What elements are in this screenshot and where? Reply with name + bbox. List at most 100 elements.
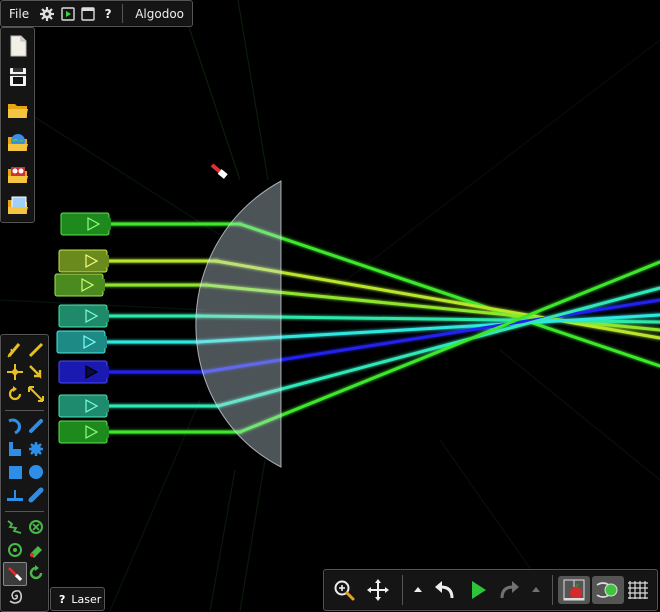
thruster-icon	[29, 565, 43, 580]
gear-shape-icon	[29, 442, 43, 456]
laser-emitters[interactable]	[54, 212, 111, 444]
tracer-tool[interactable]	[26, 540, 46, 560]
save-icon	[10, 68, 26, 86]
gear-tool[interactable]	[26, 439, 46, 459]
laser-emitter	[56, 330, 107, 354]
brush-tool[interactable]	[26, 416, 46, 436]
simulation-canvas[interactable]	[0, 0, 660, 611]
cut-tool[interactable]	[26, 340, 46, 360]
plane-icon	[7, 490, 23, 501]
laser-tool-cursor	[210, 163, 228, 179]
fixate-tool[interactable]	[26, 517, 46, 537]
axle-icon	[8, 543, 22, 557]
laser-pen-icon	[8, 567, 23, 582]
box-tool[interactable]	[5, 462, 25, 482]
rope-tool[interactable]	[5, 416, 25, 436]
window-icon	[81, 6, 95, 21]
gear-icon	[40, 6, 55, 21]
screenshot-folder-button[interactable]	[5, 192, 31, 218]
redo-button[interactable]	[496, 576, 524, 604]
menubar-divider	[122, 4, 124, 23]
spiral-tool[interactable]	[5, 586, 25, 606]
chain-icon	[28, 487, 44, 503]
chain-tool[interactable]	[26, 485, 46, 505]
thruster-tool[interactable]	[26, 563, 46, 583]
scale-tool[interactable]	[26, 384, 46, 404]
gravity-toggle[interactable]	[558, 576, 590, 604]
undo-button[interactable]	[430, 576, 458, 604]
knife-icon	[28, 342, 44, 358]
grid-icon	[628, 581, 648, 599]
circle-icon	[29, 465, 43, 479]
caret-up-icon	[532, 587, 540, 592]
circle-tool[interactable]	[26, 462, 46, 482]
pan-icon	[367, 579, 389, 601]
laser-tool[interactable]	[3, 562, 27, 586]
brush-icon	[29, 419, 43, 433]
rope-icon	[8, 418, 21, 435]
new-scene-button[interactable]	[5, 33, 31, 59]
caret-up-icon	[414, 587, 422, 592]
laser-emitter	[58, 249, 109, 273]
drag-arrow-icon	[29, 365, 42, 379]
phunlets-icon	[8, 167, 28, 183]
axle-tool[interactable]	[5, 540, 25, 560]
drag-tool[interactable]	[26, 362, 46, 382]
move-arrows-icon	[7, 364, 23, 380]
play-scene-icon	[60, 6, 75, 21]
rotate-tool[interactable]	[5, 384, 25, 404]
polygon-icon	[9, 442, 21, 456]
control-divider	[552, 575, 553, 605]
undo-history-button[interactable]	[410, 576, 426, 604]
tracer-icon	[30, 546, 42, 558]
laser-emitter	[58, 304, 109, 328]
square-icon	[9, 466, 22, 479]
top-menubar: File ? Algodoo	[0, 0, 193, 27]
tool-palette	[0, 334, 49, 612]
algobox-button[interactable]	[5, 129, 31, 155]
file-toolbar	[0, 27, 35, 223]
tool-divider	[5, 410, 44, 411]
current-tool-label: ? Laser	[50, 587, 105, 611]
sketch-tool[interactable]	[5, 340, 25, 360]
control-divider	[402, 575, 403, 605]
open-folder-icon	[8, 104, 28, 118]
sketch-icon	[7, 343, 21, 358]
settings-button[interactable]	[37, 1, 57, 26]
window-button[interactable]	[78, 1, 98, 26]
pan-button[interactable]	[364, 576, 392, 604]
save-scene-button[interactable]	[5, 64, 31, 90]
zoom-button[interactable]	[330, 576, 358, 604]
tool-help-button[interactable]: ?	[51, 593, 71, 606]
laser-emitter	[60, 212, 111, 236]
file-menu[interactable]: File	[1, 1, 37, 26]
air-friction-toggle[interactable]	[592, 576, 624, 604]
tool-name: Laser	[71, 592, 102, 606]
redo-history-button[interactable]	[528, 576, 544, 604]
simulation-control-bar	[323, 569, 658, 611]
undo-icon	[435, 581, 454, 599]
laser-emitter	[54, 273, 105, 297]
screenshot-icon	[8, 196, 28, 214]
open-scene-button[interactable]	[5, 97, 31, 123]
spring-icon	[7, 520, 22, 534]
play-button[interactable]	[464, 576, 492, 604]
laser-emitter	[58, 394, 109, 418]
play-scene-button[interactable]	[57, 1, 77, 26]
help-button[interactable]: ?	[98, 1, 118, 26]
app-name-label[interactable]: Algodoo	[127, 1, 192, 26]
grid-toggle[interactable]	[626, 576, 652, 604]
zoom-icon	[334, 580, 355, 601]
play-icon	[472, 581, 486, 599]
fixate-icon	[29, 520, 43, 534]
redo-icon	[500, 581, 519, 599]
move-tool[interactable]	[5, 362, 25, 382]
polygon-tool[interactable]	[5, 439, 25, 459]
phunlets-button[interactable]	[5, 161, 31, 187]
spring-tool[interactable]	[5, 517, 25, 537]
spiral-icon	[9, 590, 23, 604]
gravity-icon	[563, 579, 585, 601]
new-scene-icon	[10, 35, 27, 57]
air-friction-icon	[596, 582, 618, 598]
plane-tool[interactable]	[5, 485, 25, 505]
